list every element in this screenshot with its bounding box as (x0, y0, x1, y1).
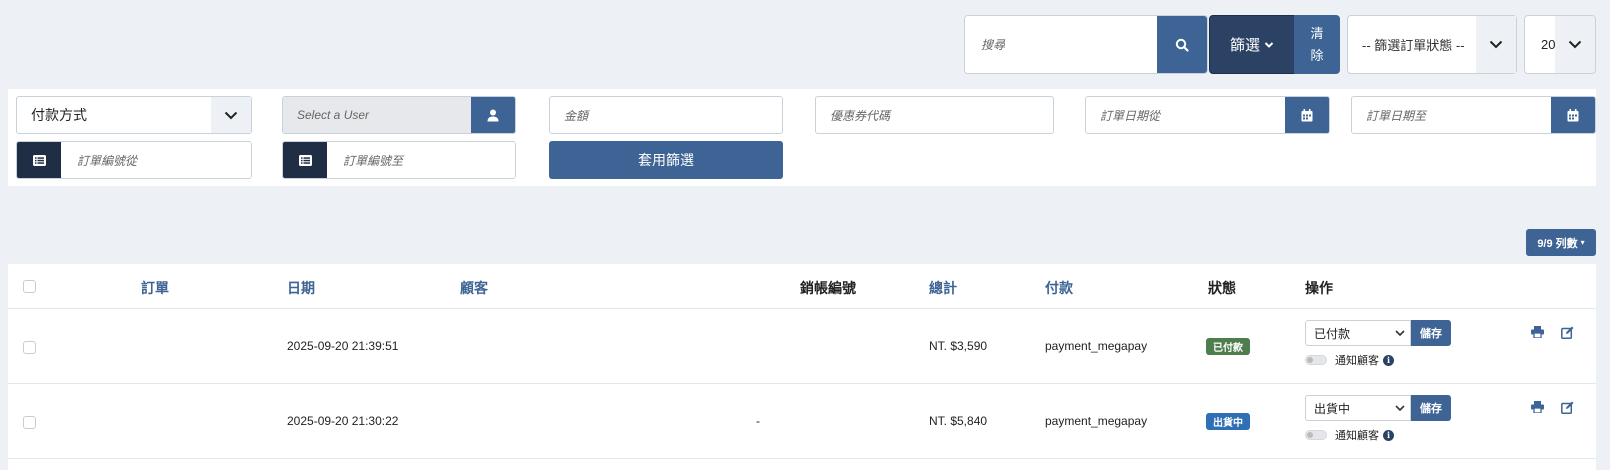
search-icon (1175, 38, 1189, 52)
edit-icon[interactable] (1561, 401, 1574, 414)
notify-customer-label: 通知顧客 (1335, 430, 1379, 442)
order-status-select-value: -- 篩選訂單狀態 -- (1362, 38, 1465, 53)
header-actions: 操作 (1305, 280, 1333, 296)
row-checkbox[interactable] (23, 341, 36, 354)
amount-input[interactable]: 金額 (549, 96, 783, 134)
save-button[interactable]: 儲存 (1411, 320, 1451, 346)
chevron-down-icon (1264, 41, 1274, 48)
edit-icon[interactable] (1561, 326, 1574, 339)
search-button[interactable] (1157, 16, 1207, 73)
total-cell: NT. $5,840 (929, 414, 988, 428)
notify-customer-toggle[interactable] (1305, 355, 1327, 365)
header-payment[interactable]: 付款 (1045, 278, 1073, 298)
filter-panel: 付款方式 Select a User 金額 優惠券代碼 訂單日期從 訂單日期至 … (8, 89, 1596, 186)
table-row: 2025-09-20 21:30:22 - NT. $5,840 payment… (8, 384, 1596, 459)
date-cell: 2025-09-20 21:39:51 (287, 339, 399, 353)
header-status: 狀態 (1208, 280, 1236, 296)
table-header-row: 訂單 日期 顧客 銷帳編號 總計 付款 狀態 操作 (8, 264, 1596, 309)
user-button[interactable] (471, 97, 515, 133)
order-no-to-icon-box (283, 142, 327, 178)
select-all-checkbox[interactable] (23, 280, 36, 293)
status-badge: 已付款 (1206, 338, 1250, 355)
chevron-down-icon (1395, 330, 1405, 337)
notify-customer: 通知顧客 i (1335, 427, 1394, 443)
status-action-value: 出貨中 (1314, 401, 1351, 416)
status-action-select[interactable]: 出貨中 (1305, 395, 1411, 421)
payment-method-select[interactable]: 付款方式 (16, 96, 252, 134)
info-icon[interactable]: i (1383, 354, 1394, 366)
status-action-select[interactable]: 已付款 (1305, 320, 1411, 346)
clear-label-line2: 除 (1310, 47, 1324, 63)
date-cell: 2025-09-20 21:30:22 (287, 414, 399, 428)
coupon-code-input[interactable]: 優惠券代碼 (815, 96, 1054, 134)
invoice-cell: - (756, 414, 760, 428)
date-to-group: 訂單日期至 (1351, 96, 1596, 134)
chevron-down-icon (1489, 40, 1503, 49)
order-no-to-group: 訂單編號至 (282, 141, 516, 179)
columns-toggle-label: 9/9 列數 (1537, 237, 1578, 250)
clear-label-line1: 清 (1310, 25, 1324, 41)
print-icon[interactable] (1531, 326, 1544, 338)
per-page-value: 20 (1541, 37, 1555, 52)
apply-filter-button[interactable]: 套用篩選 (549, 141, 783, 179)
save-button[interactable]: 儲存 (1411, 395, 1451, 421)
payment-cell: payment_megapay (1045, 414, 1148, 428)
payment-cell: payment_megapay (1045, 339, 1148, 353)
search-input[interactable]: 搜尋 (965, 16, 1157, 73)
calendar-icon (1301, 108, 1313, 121)
notify-customer: 通知顧客 i (1335, 352, 1394, 368)
date-from-group: 訂單日期從 (1085, 96, 1330, 134)
user-icon (487, 109, 499, 121)
info-icon[interactable]: i (1383, 429, 1394, 441)
calendar-icon (1567, 108, 1579, 121)
print-icon[interactable] (1531, 401, 1544, 413)
chevron-down-icon (1395, 405, 1405, 412)
header-order[interactable]: 訂單 (141, 278, 169, 298)
status-badge: 出貨中 (1206, 413, 1250, 430)
list-icon (298, 154, 312, 166)
order-no-from-icon-box (17, 142, 61, 178)
notify-customer-label: 通知顧客 (1335, 355, 1379, 367)
date-from-input[interactable]: 訂單日期從 (1086, 97, 1285, 133)
chevron-down-icon (224, 111, 238, 119)
filter-button-label: 篩選 (1229, 37, 1260, 54)
list-icon (32, 154, 46, 166)
order-status-select[interactable]: -- 篩選訂單狀態 -- (1347, 15, 1517, 74)
table-row: 2025-09-20 21:39:51 NT. $3,590 payment_m… (8, 309, 1596, 384)
order-no-from-input[interactable]: 訂單編號從 (61, 142, 251, 178)
order-no-from-group: 訂單編號從 (16, 141, 252, 179)
user-select-group: Select a User (282, 96, 516, 134)
user-select[interactable]: Select a User (283, 97, 471, 133)
chevron-down-icon (1568, 40, 1582, 49)
total-cell: NT. $3,590 (929, 339, 988, 353)
header-invoice: 銷帳編號 (800, 280, 856, 296)
search-group: 搜尋 (964, 15, 1208, 74)
caret-down-icon: ▾ (1580, 238, 1585, 247)
payment-method-value: 付款方式 (31, 107, 87, 123)
order-no-to-input[interactable]: 訂單編號至 (327, 142, 515, 178)
status-action-value: 已付款 (1314, 326, 1351, 341)
date-to-input[interactable]: 訂單日期至 (1352, 97, 1551, 133)
header-customer[interactable]: 顧客 (460, 278, 488, 298)
row-checkbox[interactable] (23, 416, 36, 429)
per-page-select[interactable]: 20 (1524, 15, 1596, 74)
notify-customer-toggle[interactable] (1305, 430, 1327, 440)
filter-button[interactable]: 篩選 (1209, 15, 1295, 74)
orders-table: 訂單 日期 顧客 銷帳編號 總計 付款 狀態 操作 2025-09-20 21:… (8, 264, 1596, 470)
header-total[interactable]: 總計 (929, 278, 957, 298)
header-date[interactable]: 日期 (287, 278, 315, 298)
columns-toggle-button[interactable]: 9/9 列數 ▾ (1526, 229, 1596, 256)
date-from-calendar-button[interactable] (1285, 97, 1329, 133)
clear-button[interactable]: 清 除 (1294, 15, 1340, 74)
date-to-calendar-button[interactable] (1551, 97, 1595, 133)
